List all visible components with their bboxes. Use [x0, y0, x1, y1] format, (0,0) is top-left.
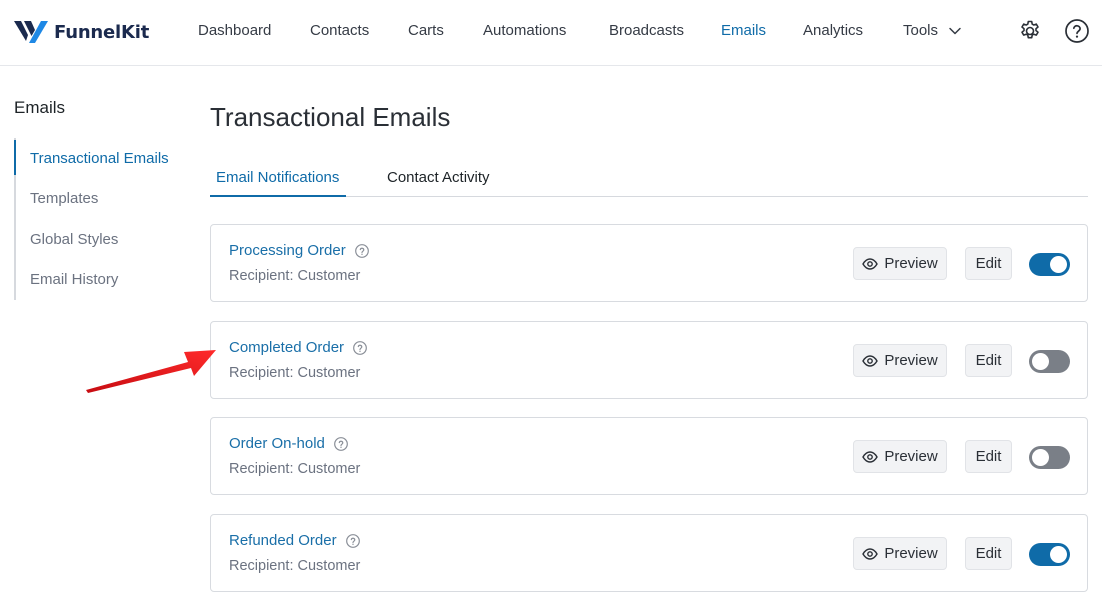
preview-label: Preview — [884, 352, 938, 369]
sidebar-menu: Transactional Emails Templates Global St… — [14, 138, 184, 300]
preview-button[interactable]: Preview — [853, 440, 947, 473]
nav-analytics[interactable]: Analytics — [803, 22, 863, 39]
email-name: Processing Order — [229, 242, 346, 259]
preview-label: Preview — [884, 545, 938, 562]
enable-toggle[interactable] — [1029, 253, 1070, 276]
funnelkit-logo-icon — [14, 21, 48, 43]
chevron-down-icon — [949, 27, 961, 34]
settings-button[interactable] — [1016, 17, 1044, 45]
email-name: Completed Order — [229, 339, 345, 356]
funnelkit-logo[interactable]: FunnelKit — [14, 19, 149, 45]
recipient-text: Recipient: Customer — [229, 461, 361, 477]
toggle-knob — [1032, 449, 1049, 466]
page-title: Transactional Emails — [210, 102, 451, 132]
preview-button[interactable]: Preview — [853, 344, 947, 377]
email-name: Order On-hold — [229, 435, 325, 452]
email-card-completed-order: Completed Order Recipient: Customer Prev… — [210, 321, 1088, 399]
active-tab-indicator — [210, 195, 346, 197]
enable-toggle[interactable] — [1029, 543, 1070, 566]
top-navigation-bar: FunnelKit Dashboard Contacts Carts Autom… — [0, 0, 1102, 66]
question-icon[interactable] — [345, 533, 361, 549]
sidebar-item-transactional-emails[interactable]: Transactional Emails — [14, 138, 184, 179]
sidebar-item-email-history[interactable]: Email History — [16, 260, 184, 301]
annotation-arrow-icon — [86, 350, 216, 393]
eye-icon — [862, 450, 879, 463]
edit-button[interactable]: Edit — [965, 344, 1012, 377]
help-button[interactable] — [1063, 17, 1091, 45]
recipient-text: Recipient: Customer — [229, 558, 361, 574]
nav-contacts[interactable]: Contacts — [310, 22, 369, 39]
email-name: Refunded Order — [229, 532, 337, 549]
tab-bar: Email Notifications Contact Activity — [210, 158, 1088, 197]
preview-button[interactable]: Preview — [853, 537, 947, 570]
eye-icon — [862, 547, 879, 560]
enable-toggle[interactable] — [1029, 446, 1070, 469]
toggle-knob — [1050, 546, 1067, 563]
eye-icon — [862, 257, 879, 270]
sidebar-title: Emails — [14, 98, 66, 117]
nav-dashboard[interactable]: Dashboard — [198, 22, 271, 39]
eye-icon — [862, 354, 879, 367]
brand-name: FunnelKit — [54, 21, 150, 43]
email-card-processing-order: Processing Order Recipient: Customer Pre… — [210, 224, 1088, 302]
email-card-refunded-order: Refunded Order Recipient: Customer Previ… — [210, 514, 1088, 592]
sidebar-item-global-styles[interactable]: Global Styles — [16, 219, 184, 260]
nav-automations[interactable]: Automations — [483, 22, 566, 39]
enable-toggle[interactable] — [1029, 350, 1070, 373]
question-icon[interactable] — [352, 340, 368, 356]
nav-broadcasts[interactable]: Broadcasts — [609, 22, 684, 39]
email-name-link[interactable]: Completed Order — [229, 339, 368, 356]
recipient-text: Recipient: Customer — [229, 268, 361, 284]
preview-label: Preview — [884, 255, 938, 272]
preview-button[interactable]: Preview — [853, 247, 947, 280]
toggle-knob — [1032, 353, 1049, 370]
email-name-link[interactable]: Processing Order — [229, 242, 370, 259]
question-icon[interactable] — [354, 243, 370, 259]
nav-carts[interactable]: Carts — [408, 22, 444, 39]
nav-tools[interactable]: Tools — [903, 22, 962, 39]
tab-email-notifications[interactable]: Email Notifications — [216, 169, 339, 186]
preview-label: Preview — [884, 448, 938, 465]
edit-button[interactable]: Edit — [965, 247, 1012, 280]
email-card-order-on-hold: Order On-hold Recipient: Customer Previe… — [210, 417, 1088, 495]
edit-button[interactable]: Edit — [965, 440, 1012, 473]
email-name-link[interactable]: Order On-hold — [229, 435, 349, 452]
help-circle-icon — [1065, 19, 1089, 43]
sidebar-item-templates[interactable]: Templates — [16, 179, 184, 220]
nav-tools-label: Tools — [903, 22, 939, 39]
edit-button[interactable]: Edit — [965, 537, 1012, 570]
toggle-knob — [1050, 256, 1067, 273]
tab-contact-activity[interactable]: Contact Activity — [387, 169, 490, 186]
question-icon[interactable] — [333, 436, 349, 452]
gear-icon — [1021, 20, 1039, 39]
recipient-text: Recipient: Customer — [229, 365, 361, 381]
email-name-link[interactable]: Refunded Order — [229, 532, 361, 549]
nav-emails[interactable]: Emails — [721, 22, 766, 39]
